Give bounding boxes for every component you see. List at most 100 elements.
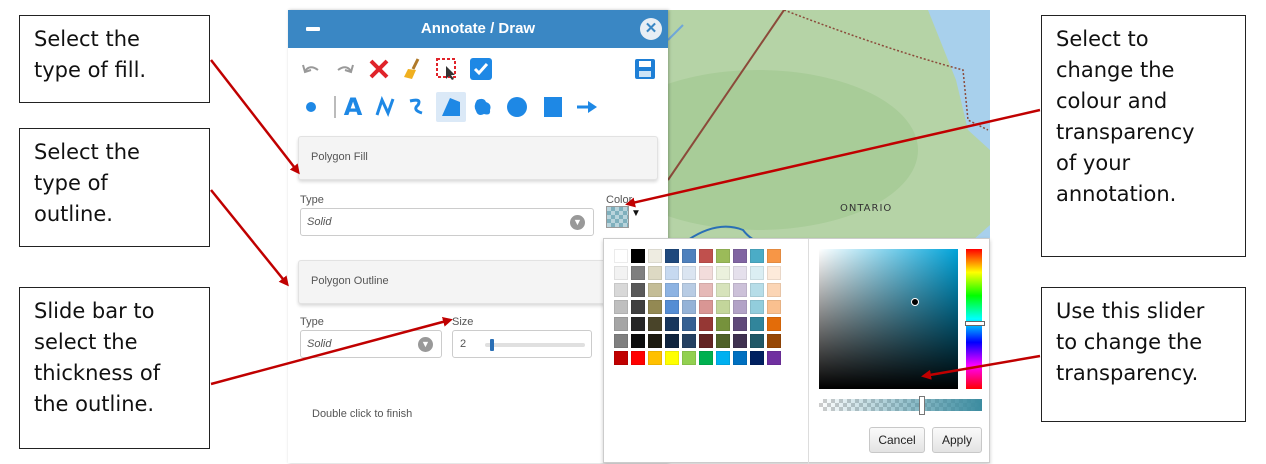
palette-swatch[interactable] <box>682 283 696 297</box>
color-selector-dot[interactable] <box>911 298 919 306</box>
tool-arrow[interactable] <box>572 92 602 122</box>
palette-swatch[interactable] <box>665 283 679 297</box>
palette-swatch[interactable] <box>750 266 764 280</box>
palette-swatch[interactable] <box>733 266 747 280</box>
palette-swatch[interactable] <box>682 266 696 280</box>
tool-text[interactable]: A <box>338 92 368 122</box>
palette-swatch[interactable] <box>648 334 662 348</box>
apply-button[interactable]: Apply <box>932 427 982 453</box>
tool-point[interactable] <box>296 92 326 122</box>
clear-button[interactable] <box>398 54 428 84</box>
palette-swatch[interactable] <box>614 266 628 280</box>
palette-swatch[interactable] <box>716 300 730 314</box>
save-button[interactable] <box>630 54 660 84</box>
palette-swatch[interactable] <box>716 249 730 263</box>
close-button[interactable]: ✕ <box>640 18 662 40</box>
palette-swatch[interactable] <box>665 249 679 263</box>
color-dropdown-caret-icon[interactable]: ▼ <box>631 208 641 219</box>
palette-swatch[interactable] <box>750 317 764 331</box>
cancel-button[interactable]: Cancel <box>869 427 925 453</box>
palette-swatch[interactable] <box>750 351 764 365</box>
palette-swatch[interactable] <box>631 351 645 365</box>
palette-swatch[interactable] <box>665 266 679 280</box>
palette-swatch[interactable] <box>767 334 781 348</box>
palette-swatch[interactable] <box>767 317 781 331</box>
palette-swatch[interactable] <box>648 300 662 314</box>
palette-swatch[interactable] <box>767 300 781 314</box>
palette-swatch[interactable] <box>699 283 713 297</box>
palette-swatch[interactable] <box>699 300 713 314</box>
fill-color-swatch[interactable] <box>606 206 629 228</box>
fill-type-select[interactable]: Solid ▼ <box>300 208 594 236</box>
palette-swatch[interactable] <box>767 351 781 365</box>
palette-swatch[interactable] <box>682 317 696 331</box>
palette-swatch[interactable] <box>648 351 662 365</box>
palette-swatch[interactable] <box>733 317 747 331</box>
palette-swatch[interactable] <box>699 266 713 280</box>
size-slider-track[interactable] <box>485 339 585 351</box>
palette-swatch[interactable] <box>750 300 764 314</box>
palette-swatch[interactable] <box>631 334 645 348</box>
palette-swatch[interactable] <box>716 266 730 280</box>
outline-type-select[interactable]: Solid ▼ <box>300 330 442 358</box>
select-button[interactable] <box>432 54 462 84</box>
tool-freehand-polygon[interactable] <box>468 92 498 122</box>
palette-swatch[interactable] <box>665 317 679 331</box>
palette-swatch[interactable] <box>665 300 679 314</box>
palette-swatch[interactable] <box>614 249 628 263</box>
palette-swatch[interactable] <box>716 283 730 297</box>
palette-swatch[interactable] <box>716 334 730 348</box>
palette-swatch[interactable] <box>682 351 696 365</box>
palette-swatch[interactable] <box>733 300 747 314</box>
palette-swatch[interactable] <box>716 317 730 331</box>
palette-swatch[interactable] <box>767 266 781 280</box>
palette-swatch[interactable] <box>648 266 662 280</box>
hue-slider-marker[interactable] <box>965 321 985 326</box>
palette-swatch[interactable] <box>631 300 645 314</box>
palette-swatch[interactable] <box>767 249 781 263</box>
tool-rectangle[interactable] <box>538 92 568 122</box>
palette-swatch[interactable] <box>767 283 781 297</box>
palette-swatch[interactable] <box>750 334 764 348</box>
palette-swatch[interactable] <box>614 283 628 297</box>
palette-swatch[interactable] <box>699 351 713 365</box>
palette-swatch[interactable] <box>733 249 747 263</box>
palette-swatch[interactable] <box>631 249 645 263</box>
palette-swatch[interactable] <box>614 351 628 365</box>
palette-swatch[interactable] <box>631 283 645 297</box>
palette-swatch[interactable] <box>699 317 713 331</box>
palette-swatch[interactable] <box>648 283 662 297</box>
palette-swatch[interactable] <box>614 334 628 348</box>
palette-swatch[interactable] <box>733 283 747 297</box>
saturation-value-area[interactable] <box>819 249 958 389</box>
tool-circle[interactable] <box>502 92 532 122</box>
palette-swatch[interactable] <box>750 249 764 263</box>
palette-swatch[interactable] <box>665 351 679 365</box>
delete-button[interactable] <box>364 54 394 84</box>
undo-button[interactable] <box>296 54 326 84</box>
palette-swatch[interactable] <box>614 317 628 331</box>
redo-button[interactable] <box>330 54 360 84</box>
palette-swatch[interactable] <box>665 334 679 348</box>
polygon-fill-header[interactable]: Polygon Fill <box>298 136 658 180</box>
palette-swatch[interactable] <box>733 334 747 348</box>
transparency-slider[interactable] <box>819 396 982 415</box>
hue-slider[interactable] <box>965 249 985 389</box>
tool-polyline[interactable] <box>370 92 400 122</box>
palette-swatch[interactable] <box>631 266 645 280</box>
palette-swatch[interactable] <box>716 351 730 365</box>
size-slider-thumb[interactable] <box>489 339 494 351</box>
palette-swatch[interactable] <box>682 300 696 314</box>
palette-swatch[interactable] <box>614 300 628 314</box>
tool-polygon[interactable] <box>436 92 466 122</box>
palette-swatch[interactable] <box>733 351 747 365</box>
transparency-slider-handle[interactable] <box>919 396 925 415</box>
palette-swatch[interactable] <box>648 249 662 263</box>
confirm-checkbox[interactable] <box>466 54 496 84</box>
palette-swatch[interactable] <box>699 249 713 263</box>
palette-swatch[interactable] <box>631 317 645 331</box>
palette-swatch[interactable] <box>699 334 713 348</box>
palette-swatch[interactable] <box>682 334 696 348</box>
tool-freehand-line[interactable] <box>402 92 432 122</box>
palette-swatch[interactable] <box>648 317 662 331</box>
